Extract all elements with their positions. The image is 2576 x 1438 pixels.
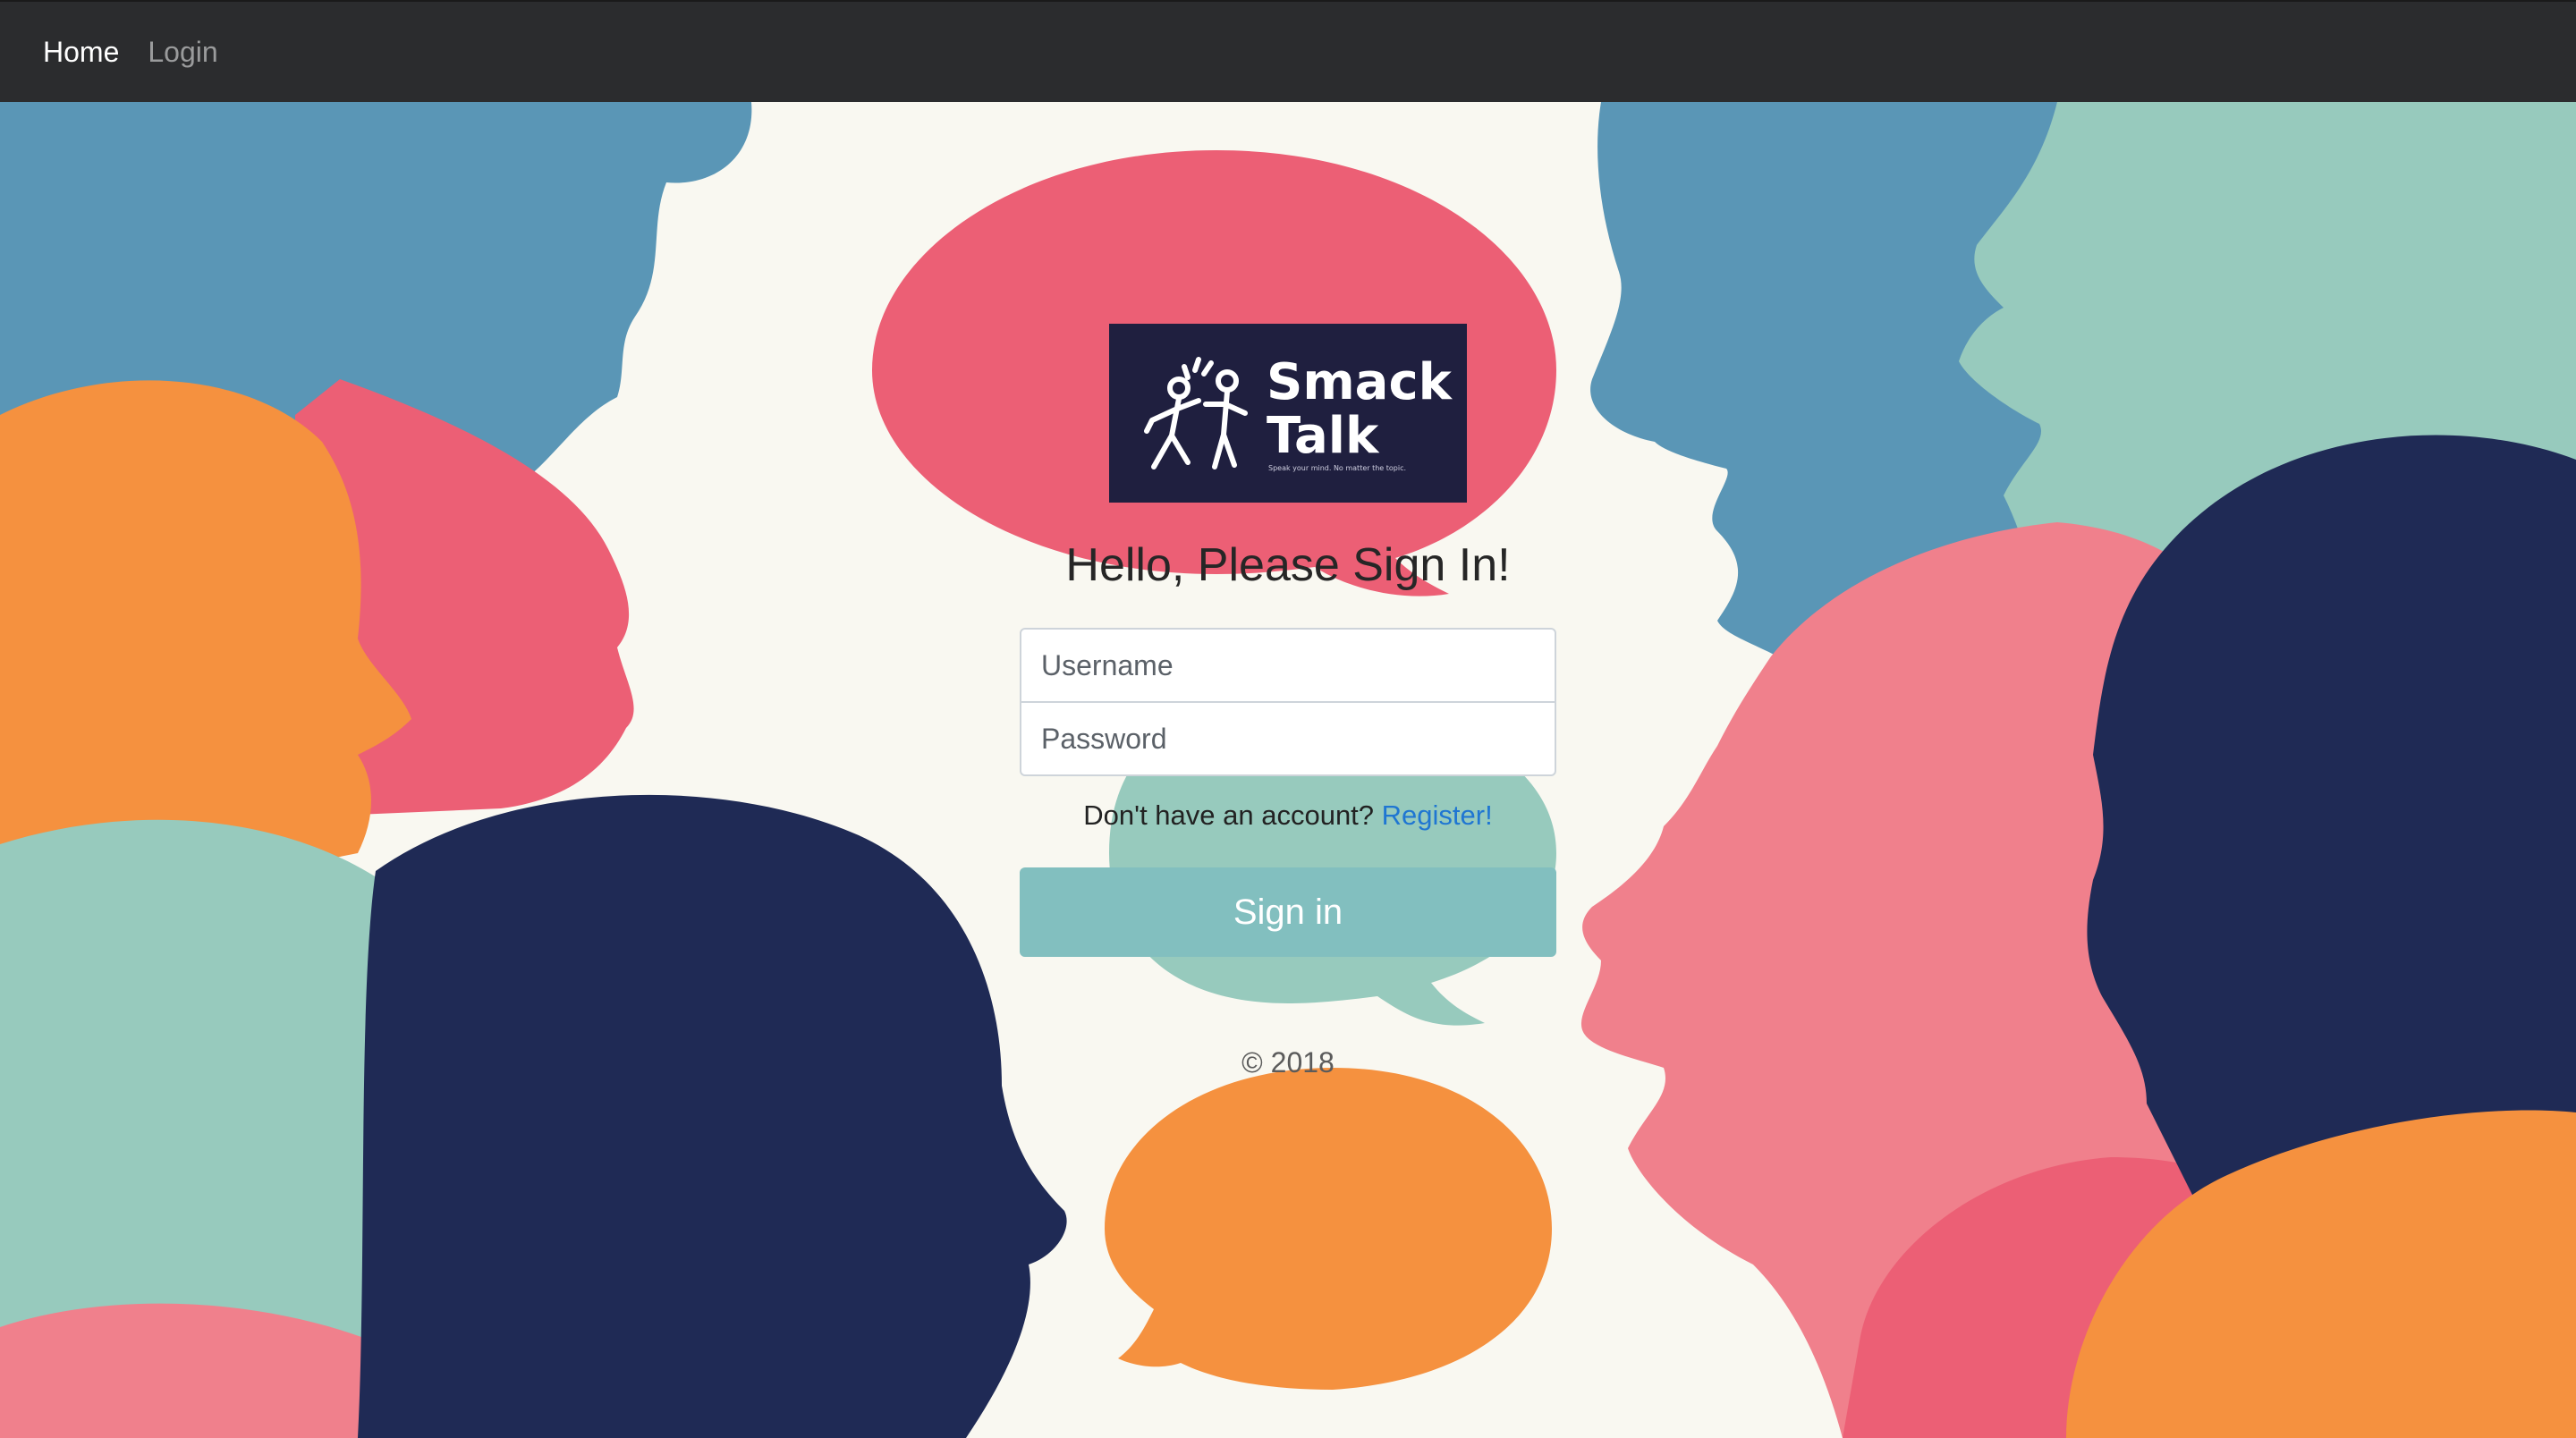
page-heading: Hello, Please Sign In! <box>1065 539 1511 591</box>
logo-line1-text: Smack <box>1267 353 1453 411</box>
footer-copyright: © 2018 <box>1241 1046 1335 1078</box>
username-input[interactable] <box>1020 628 1556 703</box>
nav-login-link[interactable]: Login <box>148 36 217 69</box>
top-navbar: Home Login <box>0 0 2576 102</box>
logo-line2-text: Talk <box>1267 407 1380 465</box>
password-input[interactable] <box>1020 701 1556 776</box>
register-prompt: Don't have an account? Register! <box>930 799 1646 832</box>
sign-in-button[interactable]: Sign in <box>1020 867 1556 957</box>
smack-talk-logo: Smack Talk Speak your mind. No matter th… <box>1109 324 1467 503</box>
orange-speech-bubble-shape <box>1105 1068 1552 1390</box>
register-prompt-text: Don't have an account? <box>1083 799 1375 831</box>
nav-home-link[interactable]: Home <box>43 36 119 69</box>
register-link[interactable]: Register! <box>1382 799 1493 831</box>
logo-figures-icon: Smack Talk Speak your mind. No matter th… <box>1144 353 1453 472</box>
main-stage: Smack Talk Speak your mind. No matter th… <box>0 102 2576 1438</box>
navy-head-right-shape <box>2087 435 2576 1229</box>
navy-head-center-shape <box>358 794 1067 1438</box>
logo-tagline-text: Speak your mind. No matter the topic. <box>1268 464 1406 472</box>
